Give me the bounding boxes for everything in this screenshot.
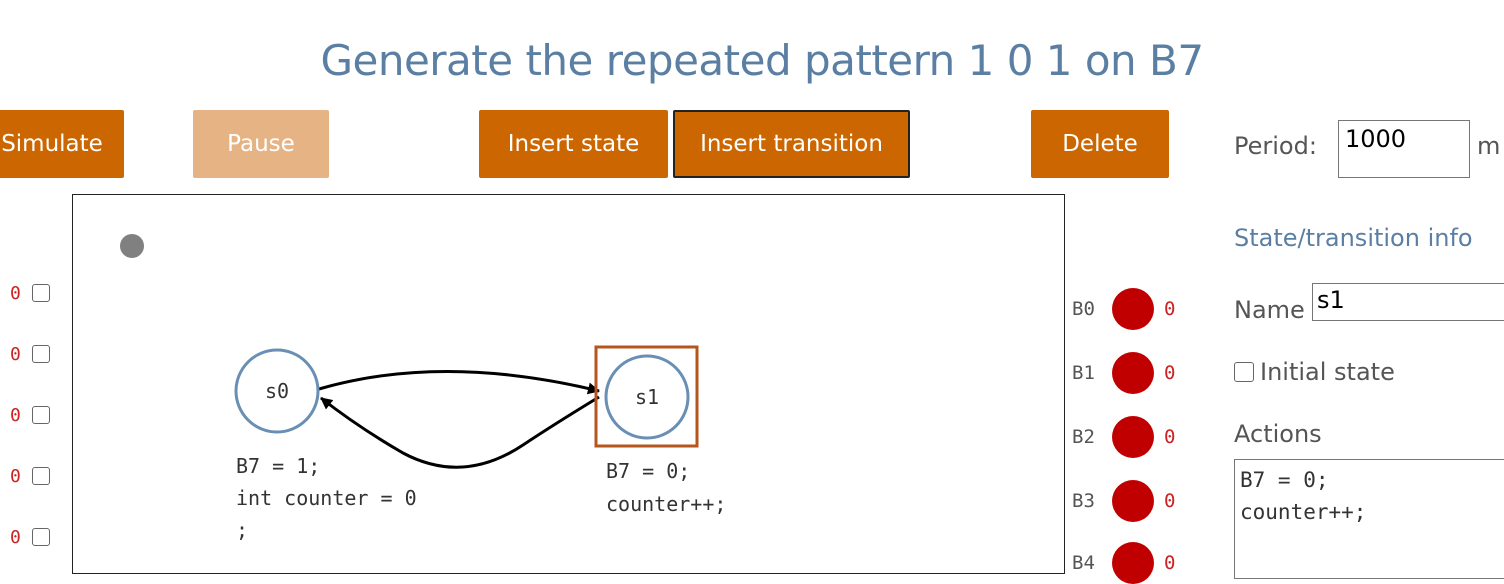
output-label: B2 xyxy=(1072,426,1095,448)
actions-label: Actions xyxy=(1234,420,1322,448)
output-row-b2: B2 0 xyxy=(1072,416,1182,458)
initial-state-checkbox[interactable] xyxy=(1234,362,1254,382)
period-label: Period: xyxy=(1234,132,1317,160)
input-row-4: 0 xyxy=(10,526,60,548)
insert-state-button[interactable]: Insert state xyxy=(479,110,668,178)
output-led xyxy=(1112,288,1154,330)
state-name-input[interactable]: s1 xyxy=(1312,283,1504,321)
output-led xyxy=(1112,416,1154,458)
input-value: 0 xyxy=(10,343,21,365)
period-input[interactable]: 1000 xyxy=(1338,120,1470,178)
input-row-2: 0 xyxy=(10,404,60,426)
state-diagram-svg: s0 s1 B7 = 1; int counter = 0 ; B7 = 0; … xyxy=(120,234,726,542)
output-label: B1 xyxy=(1072,362,1095,384)
input-row-3: 0 xyxy=(10,465,60,487)
output-led xyxy=(1112,542,1154,584)
output-value: 0 xyxy=(1164,426,1176,448)
input-value: 0 xyxy=(10,465,21,487)
state-s0-action-line: int counter = 0 xyxy=(236,486,417,510)
initial-state-row: Initial state xyxy=(1234,358,1395,386)
delete-button[interactable]: Delete xyxy=(1031,110,1169,178)
simulate-button[interactable]: Simulate xyxy=(0,110,124,178)
output-row-b4: B4 0 xyxy=(1072,542,1182,584)
state-s0-name: s0 xyxy=(265,379,289,403)
page-title: Generate the repeated pattern 1 0 1 on B… xyxy=(320,36,1204,85)
output-led xyxy=(1112,480,1154,522)
period-unit: m xyxy=(1477,132,1501,160)
initial-state-label: Initial state xyxy=(1260,358,1395,386)
output-row-b3: B3 0 xyxy=(1072,480,1182,522)
output-label: B0 xyxy=(1072,298,1095,320)
output-label: B4 xyxy=(1072,552,1095,574)
state-s0-action-line: B7 = 1; xyxy=(236,454,320,478)
state-s0[interactable]: s0 xyxy=(234,348,320,434)
input-value: 0 xyxy=(10,282,21,304)
pause-button[interactable]: Pause xyxy=(193,110,329,178)
output-label: B3 xyxy=(1072,490,1095,512)
input-value: 0 xyxy=(10,526,21,548)
input-checkbox[interactable] xyxy=(32,406,50,424)
transition-s1-s0[interactable] xyxy=(320,395,600,469)
state-s1-name: s1 xyxy=(635,385,659,409)
output-row-b0: B0 0 xyxy=(1072,288,1182,330)
state-diagram-canvas[interactable]: s0 s1 B7 = 1; int counter = 0 ; B7 = 0; … xyxy=(72,194,1065,574)
output-led xyxy=(1112,352,1154,394)
output-value: 0 xyxy=(1164,298,1176,320)
output-row-b1: B1 0 xyxy=(1072,352,1182,394)
state-s1[interactable]: s1 xyxy=(604,354,690,440)
input-row-1: 0 xyxy=(10,343,60,365)
input-checkbox[interactable] xyxy=(32,284,50,302)
output-value: 0 xyxy=(1164,362,1176,384)
actions-textarea[interactable]: B7 = 0; counter++; xyxy=(1234,459,1504,579)
state-s0-action-line: ; xyxy=(236,518,248,542)
input-checkbox[interactable] xyxy=(32,528,50,546)
state-s1-action-line: B7 = 0; xyxy=(606,459,690,483)
output-value: 0 xyxy=(1164,490,1176,512)
transition-s0-s1[interactable] xyxy=(318,370,600,395)
state-s1-action-line: counter++; xyxy=(606,492,726,516)
output-value: 0 xyxy=(1164,552,1176,574)
insert-transition-button[interactable]: Insert transition xyxy=(673,110,910,178)
input-checkbox[interactable] xyxy=(32,345,50,363)
input-checkbox[interactable] xyxy=(32,467,50,485)
input-row-0: 0 xyxy=(10,282,60,304)
name-label: Name xyxy=(1234,296,1305,324)
state-info-title: State/transition info xyxy=(1234,224,1473,252)
status-indicator-dot xyxy=(120,234,144,258)
input-value: 0 xyxy=(10,404,21,426)
